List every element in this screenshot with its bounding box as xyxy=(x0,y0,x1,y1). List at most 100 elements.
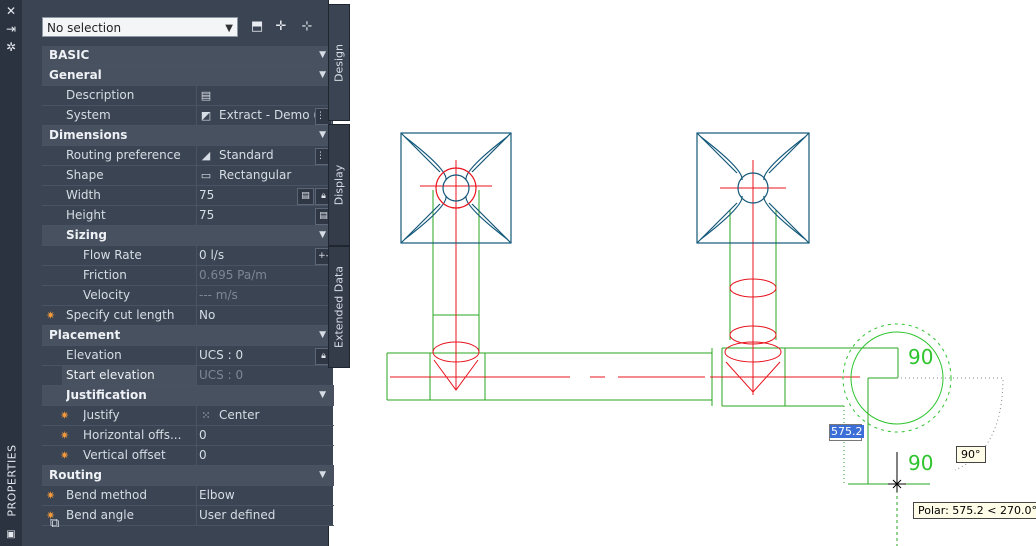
prop-label: Bend method xyxy=(66,488,147,502)
category-routing[interactable]: Routing ▼ xyxy=(42,466,334,486)
selection-dropdown[interactable]: No selection ▼ xyxy=(42,17,238,37)
prop-specify-cut-length[interactable]: ✷ Specify cut length No xyxy=(42,306,334,326)
add-to-toolpalette-icon[interactable]: ⧉ xyxy=(50,516,59,531)
prop-shape[interactable]: Shape ▭ Rectangular xyxy=(42,166,334,186)
palette-settings-icon[interactable]: ✲ xyxy=(4,40,18,54)
prop-label: Routing preference xyxy=(66,148,181,162)
select-objects-icon[interactable]: ✛ xyxy=(272,18,290,36)
category-label: Placement xyxy=(49,328,121,342)
prop-horizontal-offset[interactable]: ✷ Horizontal offs... 0 xyxy=(42,426,334,446)
category-label: Routing xyxy=(49,468,103,482)
required-icon: ✷ xyxy=(46,489,56,502)
category-basic[interactable]: BASIC ▼ xyxy=(42,46,334,66)
category-label: Sizing xyxy=(66,228,107,242)
dynamic-input-value: 575.2 xyxy=(830,425,864,438)
prop-label: Specify cut length xyxy=(66,308,175,322)
angle-label-top: 90 xyxy=(908,345,933,369)
category-dimensions[interactable]: Dimensions ▼ xyxy=(42,126,334,146)
prop-bend-angle[interactable]: ✷ Bend angle User defined xyxy=(42,506,334,526)
crosshair-cursor xyxy=(888,452,906,492)
prop-routing-preference[interactable]: Routing preference ◢ Standard ⋮⋮ xyxy=(42,146,334,166)
category-general[interactable]: General ▼ xyxy=(42,66,334,86)
prop-elevation[interactable]: Elevation UCS : 0 🔒︎ xyxy=(42,346,334,366)
prop-justify[interactable]: ✷ Justify ⁙ Center xyxy=(42,406,334,426)
prop-label: Elevation xyxy=(66,348,122,362)
value-text: 75 xyxy=(199,188,215,202)
prop-vertical-offset[interactable]: ✷ Vertical offset 0 xyxy=(42,446,334,466)
collapse-icon[interactable]: ▼ xyxy=(319,226,326,245)
prop-value: --- m/s xyxy=(197,286,333,305)
polar-tooltip: Polar: 575.2 < 270.0° xyxy=(913,502,1036,519)
prop-height[interactable]: Height 75 ▤ xyxy=(42,206,334,226)
prop-value[interactable]: ◢ Standard xyxy=(197,146,333,165)
prop-label: Flow Rate xyxy=(83,248,142,262)
value-text: Center xyxy=(219,408,260,422)
property-grid: BASIC ▼ General ▼ Description ▤ System ◩ Extr… xyxy=(42,46,334,526)
category-placement[interactable]: Placement ▼ xyxy=(42,326,334,346)
palette-title-strip: ✕ ⇥ ✲ PROPERTIES ▣ xyxy=(0,0,22,546)
prop-value[interactable]: 0 xyxy=(197,426,333,445)
collapse-icon[interactable]: ▼ xyxy=(319,126,326,145)
prop-start-elevation: Start elevation UCS : 0 xyxy=(42,366,334,386)
description-icon[interactable]: ▤ xyxy=(199,86,213,105)
drawing-canvas[interactable]: 90 90 xyxy=(330,0,1036,546)
angle-tooltip: 90° xyxy=(956,446,986,463)
value-text: Elbow xyxy=(199,488,235,502)
prop-value: UCS : 0 xyxy=(197,366,333,385)
close-icon[interactable]: ✕ xyxy=(4,4,18,18)
prop-label: Start elevation xyxy=(66,368,155,382)
quick-select-icon[interactable]: ⊹ xyxy=(298,18,316,36)
prop-value[interactable]: Elbow xyxy=(197,486,333,505)
prop-bend-method[interactable]: ✷ Bend method Elbow xyxy=(42,486,334,506)
prop-value[interactable]: ▭ Rectangular xyxy=(197,166,333,185)
required-icon: ✷ xyxy=(60,409,70,422)
chevron-down-icon: ▼ xyxy=(225,23,233,34)
prop-label: System xyxy=(66,108,111,122)
width-list-button[interactable]: ▤ xyxy=(297,188,314,205)
prop-value[interactable]: 0 xyxy=(197,446,333,465)
palette-toolbar: No selection ▼ ⬒ ✛ ⊹ xyxy=(22,0,328,44)
dynamic-input-field[interactable]: 575.2 xyxy=(829,424,864,441)
prop-label: Shape xyxy=(66,168,104,182)
shape-icon: ▭ xyxy=(200,169,212,182)
prop-value[interactable]: UCS : 0 xyxy=(197,346,333,365)
collapse-icon[interactable]: ▼ xyxy=(319,46,326,65)
required-icon: ✷ xyxy=(60,429,70,442)
toggle-pickadd-icon[interactable]: ⬒ xyxy=(248,18,266,36)
prop-value[interactable]: ▤ xyxy=(197,86,333,105)
prop-friction: Friction 0.695 Pa/m xyxy=(42,266,334,286)
prop-label: Height xyxy=(66,208,106,222)
collapse-icon[interactable]: ▼ xyxy=(319,466,326,485)
auto-hide-icon[interactable]: ⇥ xyxy=(4,22,18,36)
prop-width[interactable]: Width 75 ▤ 🔒︎ xyxy=(42,186,334,206)
prop-value[interactable]: ⁙ Center xyxy=(197,406,333,425)
collapse-icon[interactable]: ▼ xyxy=(319,326,326,345)
prop-flow-rate[interactable]: Flow Rate 0 l/s +- xyxy=(42,246,334,266)
prop-value[interactable]: 75 xyxy=(197,206,333,225)
prop-value[interactable]: No xyxy=(197,306,333,325)
prop-label: Description xyxy=(66,88,135,102)
justify-grid-icon: ⁙ xyxy=(201,409,211,422)
system-icon: ◩ xyxy=(200,109,212,122)
value-text: No xyxy=(199,308,216,322)
prop-velocity: Velocity --- m/s xyxy=(42,286,334,306)
prop-value: 0.695 Pa/m xyxy=(197,266,333,285)
prop-label: Friction xyxy=(83,268,127,282)
category-justification[interactable]: Justification ▼ xyxy=(42,386,334,406)
category-label: Dimensions xyxy=(49,128,128,142)
required-icon: ✷ xyxy=(46,309,56,322)
prop-value[interactable]: 0 l/s xyxy=(197,246,333,265)
category-label: Justification xyxy=(66,388,147,402)
prop-value[interactable]: User defined xyxy=(197,506,333,525)
routing-icon: ◢ xyxy=(201,149,211,162)
collapse-icon[interactable]: ▼ xyxy=(319,386,326,405)
prop-value[interactable]: ◩ Extract - Demo (E... xyxy=(197,106,333,125)
riser-1-centerline xyxy=(420,160,492,391)
category-sizing[interactable]: Sizing ▼ xyxy=(42,226,334,246)
palette-menu-icon[interactable]: ▣ xyxy=(4,528,18,542)
value-text: Rectangular xyxy=(219,168,292,182)
collapse-icon[interactable]: ▼ xyxy=(319,66,326,85)
value-text: 75 xyxy=(199,208,215,222)
prop-system[interactable]: System ◩ Extract - Demo (E... ⋮⋮ xyxy=(42,106,334,126)
prop-description[interactable]: Description ▤ xyxy=(42,86,334,106)
